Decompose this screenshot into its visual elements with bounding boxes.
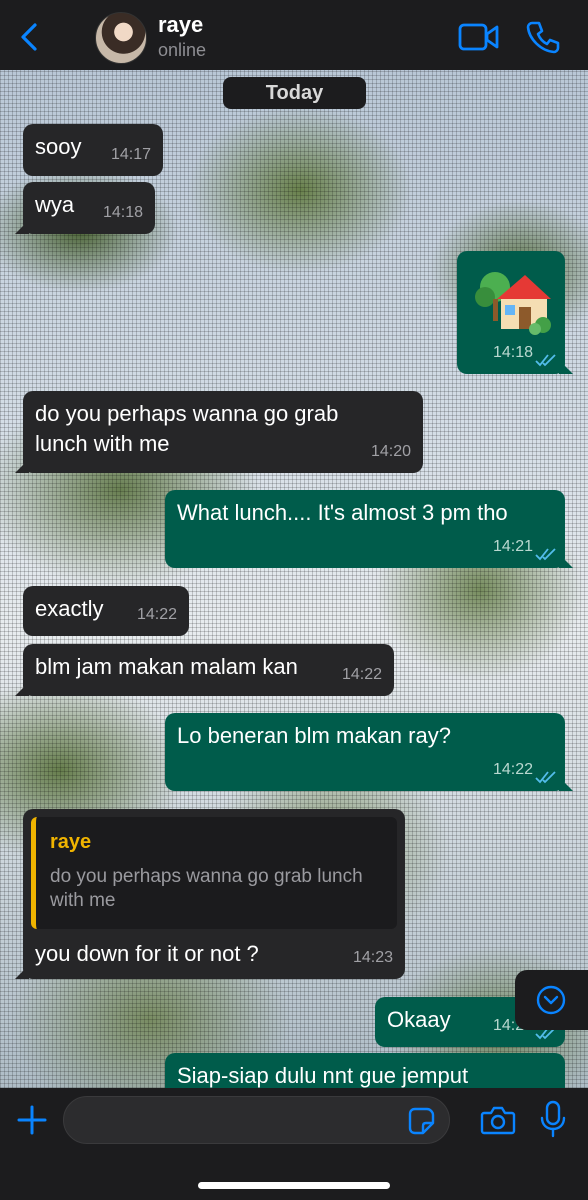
message-text: do you perhaps wanna go grab lunch with … bbox=[35, 401, 339, 456]
read-receipt-icon bbox=[535, 771, 556, 784]
sticker-icon bbox=[408, 1107, 435, 1135]
message-time: 14:17 bbox=[110, 146, 151, 163]
message-text: blm jam makan malam kan bbox=[35, 654, 298, 679]
message-incoming[interactable]: sooy 14:17 bbox=[23, 124, 163, 176]
message-text: you down for it or not ? bbox=[35, 941, 259, 966]
message-outgoing[interactable]: Lo beneran blm makan ray? 14:22 bbox=[165, 713, 565, 791]
microphone-icon bbox=[540, 1100, 566, 1138]
reply-quote-text: do you perhaps wanna go grab lunch with … bbox=[50, 866, 363, 911]
scroll-to-bottom-button[interactable] bbox=[515, 970, 588, 1030]
message-text: Siap-siap dulu nnt gue jemput bbox=[177, 1063, 469, 1088]
reply-quote[interactable]: raye do you perhaps wanna go grab lunch … bbox=[31, 817, 397, 929]
contact-name[interactable]: raye bbox=[158, 12, 203, 38]
message-time: 14:18 bbox=[102, 204, 143, 221]
message-time: 14:23 bbox=[352, 949, 393, 966]
back-button[interactable] bbox=[18, 22, 42, 52]
attach-button[interactable] bbox=[16, 1104, 48, 1136]
camera-button[interactable] bbox=[480, 1104, 516, 1136]
chevron-down-circle-icon bbox=[536, 985, 566, 1015]
message-time: 14:22 bbox=[492, 761, 533, 778]
message-time: 14:20 bbox=[370, 443, 411, 460]
sticker-button[interactable] bbox=[406, 1106, 436, 1136]
message-incoming[interactable]: wya 14:18 bbox=[23, 182, 155, 234]
message-incoming[interactable]: exactly 14:22 bbox=[23, 586, 189, 636]
message-time: 14:18 bbox=[492, 344, 533, 361]
message-time: 14:21 bbox=[492, 538, 533, 555]
message-incoming[interactable]: do you perhaps wanna go grab lunch with … bbox=[23, 391, 423, 473]
avatar[interactable] bbox=[95, 12, 147, 64]
chat-header: raye online bbox=[0, 0, 588, 70]
message-time: 14:22 bbox=[341, 666, 382, 683]
message-input[interactable] bbox=[63, 1096, 450, 1144]
house-with-garden-emoji bbox=[475, 272, 551, 335]
video-call-button[interactable] bbox=[458, 22, 500, 52]
message-incoming-reply[interactable]: raye do you perhaps wanna go grab lunch … bbox=[23, 809, 405, 979]
message-text: What lunch.... It's almost 3 pm tho bbox=[177, 500, 508, 525]
contact-status: online bbox=[158, 40, 207, 60]
camera-icon bbox=[480, 1106, 516, 1135]
date-separator: Today bbox=[223, 77, 366, 109]
message-incoming[interactable]: blm jam makan malam kan 14:22 bbox=[23, 644, 394, 696]
phone-icon bbox=[526, 21, 560, 54]
plus-icon bbox=[17, 1105, 47, 1135]
back-chevron-icon bbox=[21, 23, 37, 51]
read-receipt-icon bbox=[535, 548, 556, 561]
voice-call-button[interactable] bbox=[526, 20, 560, 54]
video-camera-icon bbox=[458, 23, 499, 51]
message-text: Lo beneran blm makan ray? bbox=[177, 723, 451, 748]
read-receipt-icon bbox=[535, 354, 556, 367]
message-outgoing[interactable]: What lunch.... It's almost 3 pm tho 14:2… bbox=[165, 490, 565, 568]
message-outgoing-emoji[interactable]: 14:18 bbox=[457, 251, 565, 374]
reply-quote-author: raye bbox=[50, 831, 92, 853]
microphone-button[interactable] bbox=[540, 1100, 566, 1138]
message-time: 14:22 bbox=[136, 606, 177, 623]
home-indicator[interactable] bbox=[198, 1182, 390, 1189]
